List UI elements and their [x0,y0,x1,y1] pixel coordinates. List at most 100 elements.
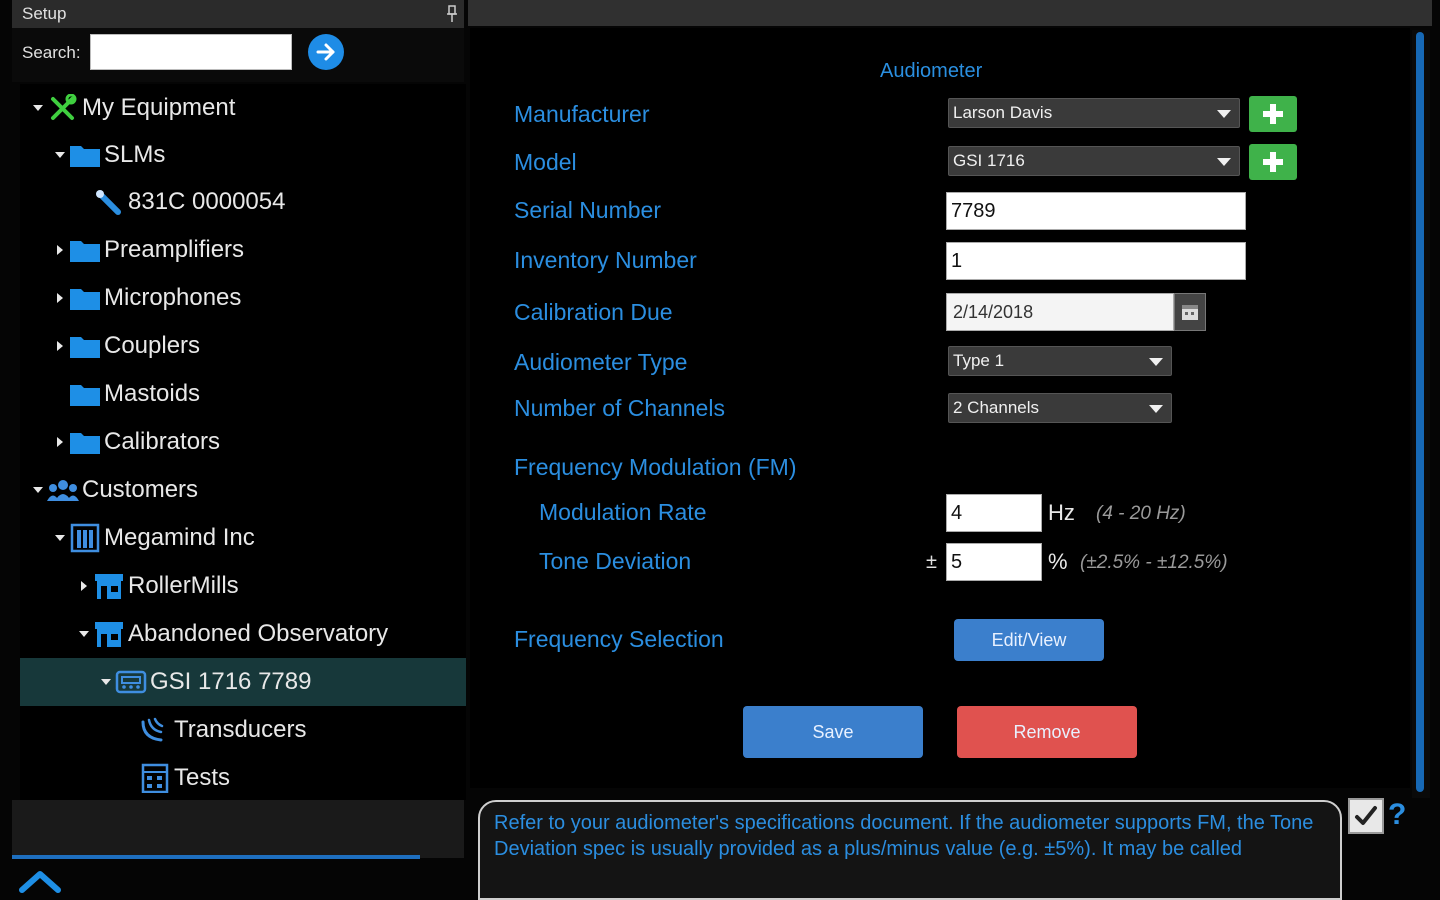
audiometer-type-value: Type 1 [953,351,1005,370]
manufacturer-select[interactable]: Larson Davis [948,98,1240,128]
remove-button[interactable]: Remove [957,706,1137,758]
add-model-button[interactable] [1249,144,1297,180]
tree-item-mastoids[interactable]: Mastoids [20,370,466,418]
caret-collapsed-icon[interactable] [52,338,68,354]
folder-icon [68,140,102,170]
plus-icon [1263,104,1283,124]
tone-deviation-input[interactable]: 5 [946,543,1042,581]
caret-expanded-icon[interactable] [76,626,92,642]
tree-item-preamplifiers[interactable]: Preamplifiers [20,226,466,274]
confirm-help-button[interactable] [1348,798,1384,834]
caret-collapsed-icon[interactable] [52,290,68,306]
tree-item-megamind-inc[interactable]: Megamind Inc [20,514,466,562]
setup-title: Setup [22,4,67,23]
audiometer-type-label: Audiometer Type [514,349,688,375]
scrollbar-thumb[interactable] [1416,32,1424,792]
tree-item-label: 831C 0000054 [128,188,286,215]
dropdown-arrow-icon [1217,158,1231,166]
channels-select[interactable]: 2 Channels [948,393,1172,423]
search-label: Search: [22,43,81,62]
folder-icon [68,331,102,361]
fm-heading: Frequency Modulation (FM) [514,454,797,480]
model-label: Model [514,149,577,175]
tone-deviation-hint: (±2.5% - ±12.5%) [1080,552,1228,573]
caret-expanded-icon[interactable] [30,100,46,116]
tree-item-my-equipment[interactable]: My Equipment [20,84,466,132]
folder-icon [68,379,102,409]
tree-item-calibrators[interactable]: Calibrators [20,418,466,466]
tree-item-label: SLMs [104,141,166,168]
calendar-button[interactable] [1174,293,1206,331]
channels-value: 2 Channels [953,398,1040,417]
slm-device-icon [92,187,126,217]
tests-icon [138,763,172,793]
tree-item-abandoned-observatory[interactable]: Abandoned Observatory [20,610,466,658]
chevron-up-icon[interactable] [18,866,62,896]
dropdown-arrow-icon [1149,405,1163,413]
modulation-rate-input[interactable]: 4 [946,494,1042,532]
tree-item-rollermills[interactable]: RollerMills [20,562,466,610]
tree-item-couplers[interactable]: Couplers [20,322,466,370]
caret-expanded-icon[interactable] [30,482,46,498]
manufacturer-value: Larson Davis [953,103,1053,122]
plus-minus-sign: ± [926,551,937,573]
dropdown-arrow-icon [1149,358,1163,366]
search-go-button[interactable] [308,34,344,70]
channels-label: Number of Channels [514,395,725,421]
tree-item-slms[interactable]: SLMs [20,131,466,179]
inventory-number-input[interactable]: 1 [946,242,1246,280]
tree-item-label: RollerMills [128,572,239,599]
caret-collapsed-icon[interactable] [52,242,68,258]
caret-expanded-icon[interactable] [52,147,68,163]
transducer-icon [138,715,172,745]
search-input[interactable] [90,34,292,70]
caret-expanded-icon[interactable] [52,530,68,546]
add-manufacturer-button[interactable] [1249,96,1297,132]
inventory-number-label: Inventory Number [514,247,697,273]
caret-collapsed-icon[interactable] [76,578,92,594]
calendar-icon [1182,305,1198,320]
folder-icon [68,427,102,457]
tree-item-tests[interactable]: Tests [20,754,466,802]
tree-item-831c[interactable]: 831C 0000054 [20,178,466,226]
horizontal-scrollbar[interactable] [12,855,420,859]
arrow-right-icon [316,43,335,61]
edit-view-button[interactable]: Edit/View [954,619,1104,661]
store-icon [92,619,126,649]
tree-item-label: Transducers [174,716,307,743]
tree-item-label: Microphones [104,284,242,311]
calibration-due-input[interactable]: 2/14/2018 [946,293,1174,331]
search-row: Search: [12,28,464,82]
customers-icon [46,475,80,505]
tone-deviation-unit: % [1048,549,1068,574]
caret-expanded-icon[interactable] [98,674,114,690]
tree-item-label: Calibrators [104,428,221,455]
tree-item-customers[interactable]: Customers [20,466,466,514]
checkmark-icon [1355,806,1377,825]
building-icon [68,523,102,553]
pin-icon[interactable] [446,5,458,23]
tree-item-microphones[interactable]: Microphones [20,274,466,322]
caret-collapsed-icon[interactable] [52,434,68,450]
tree-item-label: Megamind Inc [104,524,255,551]
tree-item-transducers[interactable]: Transducers [20,706,466,754]
question-icon[interactable]: ? [1388,798,1406,832]
setup-panel-header: Setup [12,0,464,28]
serial-number-input[interactable]: 7789 [946,192,1246,230]
tree-item-label: Preamplifiers [104,236,245,263]
equipment-tree: My Equipment SLMs 831C 0000054 Preamplif… [20,84,466,800]
setup-panel-footer [12,800,464,858]
manufacturer-label: Manufacturer [514,101,650,127]
vertical-scrollbar[interactable] [1412,30,1430,798]
tree-item-label: Customers [82,476,199,503]
plus-icon [1263,152,1283,172]
audiometer-type-select[interactable]: Type 1 [948,346,1172,376]
tree-item-gsi-1716-7789[interactable]: GSI 1716 7789 [20,658,466,706]
form-top-strip [468,0,1432,26]
model-select[interactable]: GSI 1716 [948,146,1240,176]
save-button[interactable]: Save [743,706,923,758]
folder-icon [68,235,102,265]
modulation-rate-label: Modulation Rate [539,499,707,525]
serial-number-label: Serial Number [514,197,661,223]
form-title: Audiometer [880,60,983,82]
